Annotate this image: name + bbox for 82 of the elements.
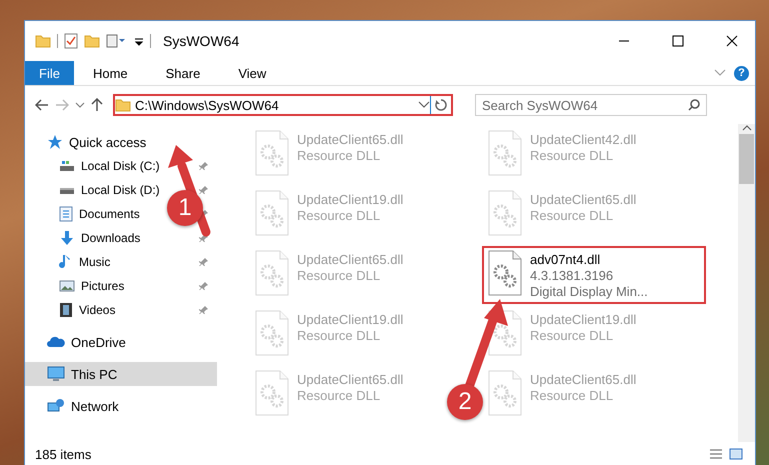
search-icon (688, 99, 700, 111)
folder-icon (35, 34, 51, 48)
file-description: Digital Display Min... (530, 284, 648, 299)
file-name: UpdateClient19.dll (297, 312, 404, 327)
ribbon-tab[interactable]: File (25, 61, 74, 85)
gear-file-icon (255, 370, 289, 416)
sidebar-item[interactable]: Network (25, 394, 217, 418)
cloud-icon (47, 336, 65, 348)
download-arrow-icon (59, 230, 75, 246)
sidebar-item[interactable]: Downloads (57, 226, 140, 250)
file-name: UpdateClient19.dll (297, 192, 404, 207)
ribbon-tab[interactable]: View (219, 61, 286, 85)
gear-file-icon (488, 250, 522, 296)
file-name: UpdateClient42.dll (530, 132, 636, 147)
close-icon (726, 35, 738, 47)
sidebar-item[interactable]: OneDrive (25, 330, 217, 354)
gear-file-icon (255, 190, 289, 236)
chevron-down-icon (418, 101, 430, 109)
music-note-icon (59, 254, 73, 270)
chevron-up-icon (742, 124, 752, 132)
file-tile[interactable]: adv07nt4.dll 4.3.1381.3196 Digital Display Min... (482, 246, 706, 304)
up-arrow-icon (91, 98, 103, 112)
refresh-icon (435, 99, 447, 111)
file-name: adv07nt4.dll (530, 252, 602, 267)
gear-file-icon (255, 250, 289, 296)
details-view-icon (709, 448, 723, 460)
search-field[interactable]: Search SysWOW64 (475, 94, 707, 116)
sidebar-item[interactable]: This PC (25, 362, 217, 386)
ribbon-tab[interactable]: Share (146, 61, 220, 85)
file-name: UpdateClient65.dll (297, 252, 404, 267)
sidebar-item[interactable]: Pictures (57, 274, 124, 298)
back-arrow-icon (35, 99, 49, 111)
properties-icon (106, 34, 128, 48)
scrollbar-thumb[interactable] (739, 134, 754, 184)
file-detail: Resource DLL (530, 388, 614, 403)
gear-file-icon (488, 370, 522, 416)
address-bar[interactable]: C:\Windows\SysWOW64 (113, 94, 453, 116)
file-detail: Resource DLL (530, 148, 614, 163)
picture-icon (59, 279, 75, 293)
document-icon (59, 206, 73, 222)
chevron-down-icon (75, 101, 85, 109)
gear-file-icon (488, 190, 522, 236)
scrollbar[interactable] (738, 124, 755, 442)
gear-file-icon (255, 130, 289, 176)
gear-file-icon (488, 130, 522, 176)
file-name: UpdateClient65.dll (297, 372, 404, 387)
network-icon (47, 398, 65, 414)
file-detail: Resource DLL (297, 148, 382, 163)
forward-arrow-icon (55, 99, 69, 111)
monitor-icon (47, 366, 65, 382)
file-detail: Resource DLL (297, 328, 382, 343)
help-button[interactable]: ? (734, 66, 749, 80)
caret-icon (134, 36, 144, 46)
file-detail: Resource DLL (530, 208, 614, 223)
file-detail: Resource DLL (297, 268, 382, 283)
item-count: 185 items (35, 446, 92, 462)
drive-icon (59, 159, 75, 173)
tiles-view-icon (729, 448, 743, 460)
file-name: UpdateClient65.dll (530, 372, 636, 387)
maximize-icon (672, 35, 684, 47)
file-detail: Resource DLL (297, 388, 382, 403)
folder-icon (115, 98, 131, 112)
file-name: UpdateClient19.dll (530, 312, 636, 327)
window-title: SysWOW64 (163, 33, 240, 49)
sidebar-item[interactable]: Quick access (25, 130, 217, 154)
ribbon-tab[interactable]: Home (74, 61, 147, 85)
sidebar-item[interactable]: Local Disk (C:) (57, 154, 160, 178)
sidebar-item[interactable]: Music (57, 250, 110, 274)
sidebar-item[interactable]: Local Disk (D:) (57, 178, 160, 202)
sidebar-item[interactable]: Videos (57, 298, 116, 322)
gear-file-icon (255, 310, 289, 356)
star-icon (47, 134, 63, 150)
file-name: UpdateClient65.dll (530, 192, 636, 207)
file-detail: 4.3.1381.3196 (530, 268, 614, 283)
file-name: UpdateClient65.dll (297, 132, 404, 147)
file-detail: Resource DLL (297, 208, 382, 223)
chevron-down-icon (714, 69, 726, 77)
sidebar-item[interactable]: Documents (57, 202, 140, 226)
checklist-icon (64, 33, 78, 49)
file-detail: Resource DLL (530, 328, 614, 343)
film-icon (59, 302, 73, 318)
folder-icon (84, 34, 100, 48)
